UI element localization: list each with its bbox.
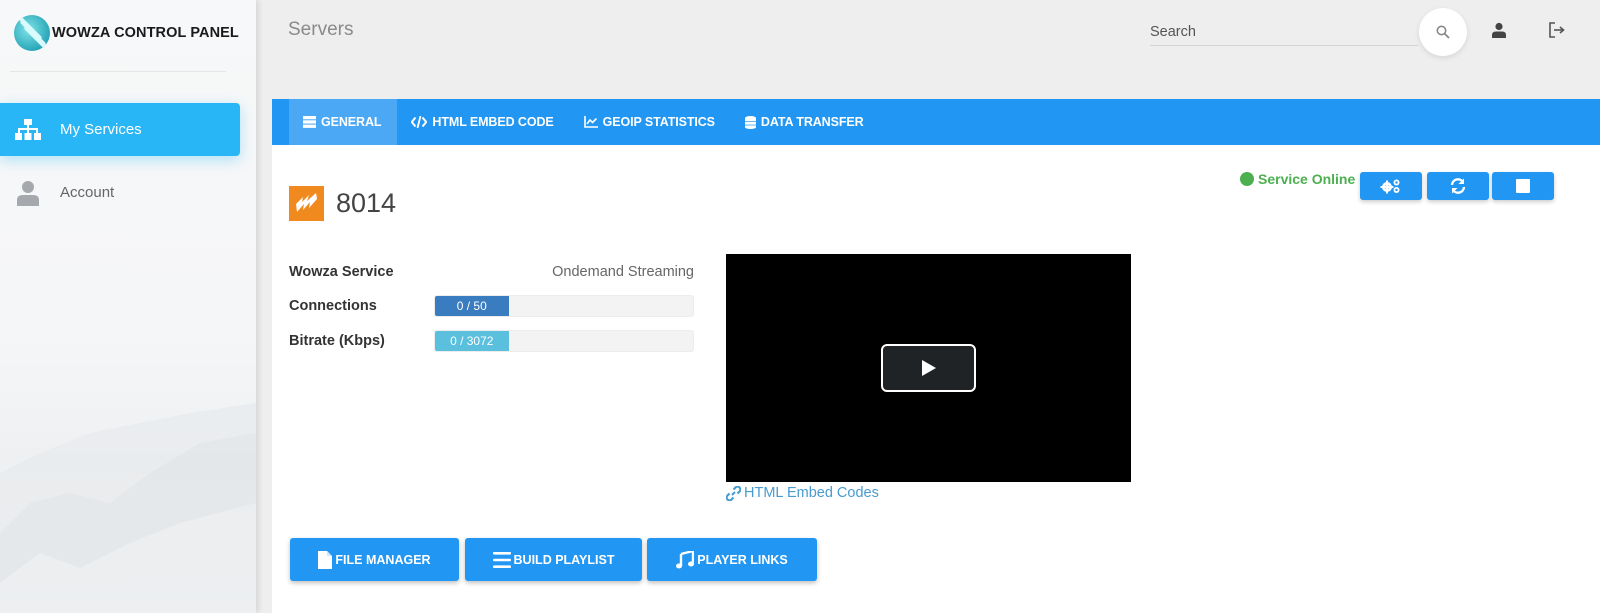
player-links-button[interactable]: PLAYER LINKS bbox=[647, 538, 817, 581]
service-header: 8014 bbox=[289, 186, 396, 221]
user-icon bbox=[13, 178, 43, 208]
wowza-service-icon bbox=[289, 186, 324, 221]
service-settings-button[interactable] bbox=[1360, 172, 1422, 200]
file-icon bbox=[318, 550, 333, 569]
server-icon bbox=[303, 116, 316, 128]
app-logo[interactable]: WOWZA CONTROL PANEL bbox=[14, 14, 239, 52]
html-embed-codes-link[interactable]: HTML Embed Codes bbox=[726, 485, 879, 501]
sidebar-divider bbox=[10, 71, 226, 72]
tab-general[interactable]: GENERAL bbox=[289, 99, 398, 145]
build-playlist-button[interactable]: BUILD PLAYLIST bbox=[465, 538, 642, 581]
bitrate-value: 0 / 3072 bbox=[450, 334, 494, 348]
settings-cogs-icon bbox=[1380, 179, 1400, 194]
tab-html-embed-code[interactable]: HTML EMBED CODE bbox=[397, 99, 569, 145]
service-stop-button[interactable] bbox=[1492, 172, 1554, 200]
embed-link-label: HTML Embed Codes bbox=[744, 485, 879, 501]
connections-label: Connections bbox=[289, 298, 377, 314]
wowza-service-value: Ondemand Streaming bbox=[552, 264, 694, 280]
bitrate-label: Bitrate (Kbps) bbox=[289, 333, 385, 349]
tab-label: GENERAL bbox=[321, 115, 382, 129]
line-chart-icon bbox=[583, 116, 598, 128]
sidebar-item-account[interactable]: Account bbox=[0, 166, 240, 219]
tab-data-transfer[interactable]: DATA TRANSFER bbox=[731, 99, 880, 145]
service-name: 8014 bbox=[336, 188, 397, 218]
code-icon bbox=[411, 116, 428, 128]
wowza-logo-icon bbox=[14, 15, 50, 51]
video-player[interactable] bbox=[726, 254, 1131, 482]
list-icon bbox=[492, 551, 511, 568]
button-label: BUILD PLAYLIST bbox=[513, 552, 615, 567]
profile-button[interactable] bbox=[1487, 18, 1511, 42]
refresh-icon bbox=[1450, 178, 1466, 194]
status-text: Service Online bbox=[1258, 171, 1356, 187]
play-button[interactable] bbox=[881, 344, 976, 392]
service-card: GENERAL HTML EMBED CODE GEOIP STATISTICS bbox=[272, 99, 1600, 613]
search-field bbox=[1150, 18, 1418, 46]
status-online-icon bbox=[1240, 172, 1254, 186]
connections-progress-fill: 0 / 50 bbox=[435, 296, 509, 316]
logout-icon bbox=[1549, 22, 1565, 38]
sidebar: WOWZA CONTROL PANEL My Services Account bbox=[0, 0, 256, 613]
search-input[interactable] bbox=[1150, 18, 1418, 45]
file-manager-button[interactable]: FILE MANAGER bbox=[290, 538, 459, 581]
page-title: Servers bbox=[288, 19, 354, 40]
wowza-service-label: Wowza Service bbox=[289, 264, 394, 280]
tab-label: HTML EMBED CODE bbox=[432, 115, 554, 129]
sidebar-item-label: Account bbox=[60, 184, 115, 201]
link-icon bbox=[726, 485, 741, 501]
stop-icon bbox=[1516, 179, 1530, 193]
logout-button[interactable] bbox=[1545, 18, 1569, 42]
connections-value: 0 / 50 bbox=[456, 299, 487, 313]
sidebar-item-label: My Services bbox=[60, 121, 142, 138]
button-label: FILE MANAGER bbox=[335, 552, 431, 567]
mountain-background-image bbox=[0, 403, 256, 613]
play-icon bbox=[921, 360, 936, 376]
database-icon bbox=[744, 115, 756, 129]
tab-label: DATA TRANSFER bbox=[760, 115, 864, 129]
bitrate-progress-fill: 0 / 3072 bbox=[435, 331, 509, 351]
app-name: WOWZA CONTROL PANEL bbox=[52, 25, 239, 41]
search-button[interactable] bbox=[1419, 8, 1467, 56]
bitrate-progress-bar: 0 / 3072 bbox=[434, 330, 694, 352]
search-icon bbox=[1436, 25, 1450, 39]
user-icon bbox=[1492, 22, 1506, 38]
service-restart-button[interactable] bbox=[1427, 172, 1489, 200]
tab-label: GEOIP STATISTICS bbox=[602, 115, 715, 129]
sitemap-icon bbox=[13, 115, 43, 145]
service-status: Service Online bbox=[1240, 171, 1355, 187]
sidebar-item-my-services[interactable]: My Services bbox=[0, 103, 240, 156]
tab-geoip-statistics[interactable]: GEOIP STATISTICS bbox=[570, 99, 731, 145]
music-icon bbox=[676, 550, 695, 568]
connections-progress-bar: 0 / 50 bbox=[434, 295, 694, 317]
tab-bar: GENERAL HTML EMBED CODE GEOIP STATISTICS bbox=[272, 99, 1600, 145]
button-label: PLAYER LINKS bbox=[697, 552, 788, 567]
